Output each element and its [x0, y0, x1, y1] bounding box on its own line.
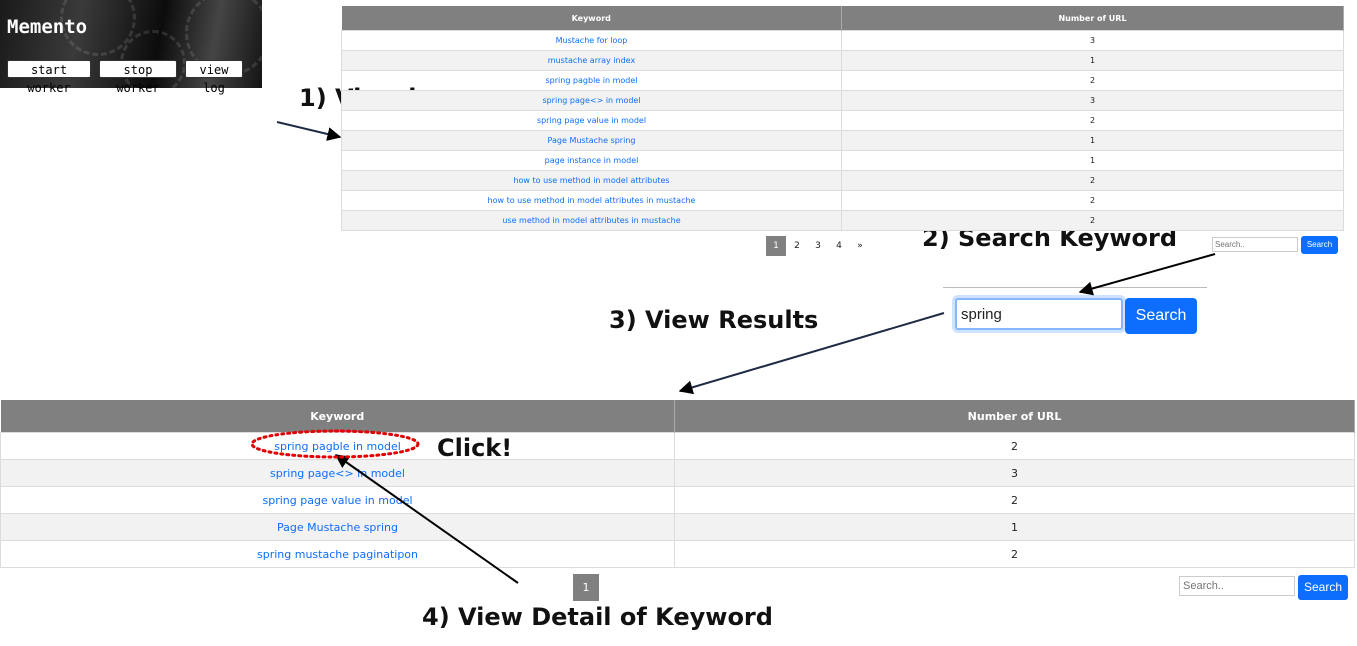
- arrow-to-results: [678, 312, 945, 395]
- arrow-to-search: [1078, 253, 1216, 296]
- arrow-to-keyword: [334, 454, 519, 584]
- annotation-overlay: [250, 121, 1216, 584]
- keyword-highlight-ellipse: [250, 429, 420, 459]
- arrow-to-log: [276, 121, 342, 141]
